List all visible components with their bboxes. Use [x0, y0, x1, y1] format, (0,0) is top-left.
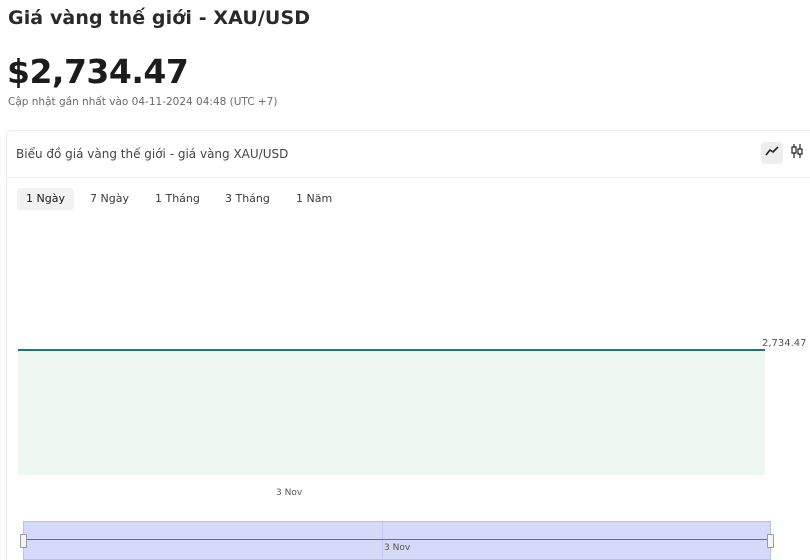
navigator-right-handle[interactable] — [767, 534, 774, 548]
price-line — [18, 349, 765, 351]
page-title: Giá vàng thế giới - XAU/USD — [8, 7, 311, 29]
chart-card-header: Biểu đồ giá vàng thế giới - giá vàng XAU… — [7, 131, 810, 178]
line-chart-icon — [764, 143, 780, 163]
chart-title: Biểu đồ giá vàng thế giới - giá vàng XAU… — [16, 147, 289, 161]
last-price-label: 2,734.47 — [762, 338, 807, 349]
navigator-left-handle[interactable] — [20, 534, 27, 548]
last-updated-text: Cập nhật gần nhất vào 04-11-2024 04:48 (… — [8, 96, 278, 108]
candlestick-chart-icon — [789, 143, 805, 163]
navigator-axis-label: 3 Nov — [384, 543, 411, 553]
price-chart-plot[interactable] — [18, 219, 765, 475]
line-chart-button[interactable] — [761, 142, 783, 164]
tab-1-day[interactable]: 1 Ngày — [17, 188, 74, 210]
price-area-fill — [18, 349, 765, 475]
tab-3-months[interactable]: 3 Tháng — [216, 188, 279, 210]
range-navigator[interactable] — [20, 521, 774, 560]
tab-1-year[interactable]: 1 Năm — [287, 188, 341, 210]
candlestick-chart-button[interactable] — [786, 142, 808, 164]
tab-7-days[interactable]: 7 Ngày — [81, 188, 138, 210]
navigator-divider — [382, 522, 383, 559]
tab-1-month[interactable]: 1 Tháng — [146, 188, 209, 210]
navigator-series-line — [24, 539, 770, 540]
current-price: $2,734.47 — [7, 52, 189, 91]
x-axis-tick: 3 Nov — [276, 488, 303, 498]
